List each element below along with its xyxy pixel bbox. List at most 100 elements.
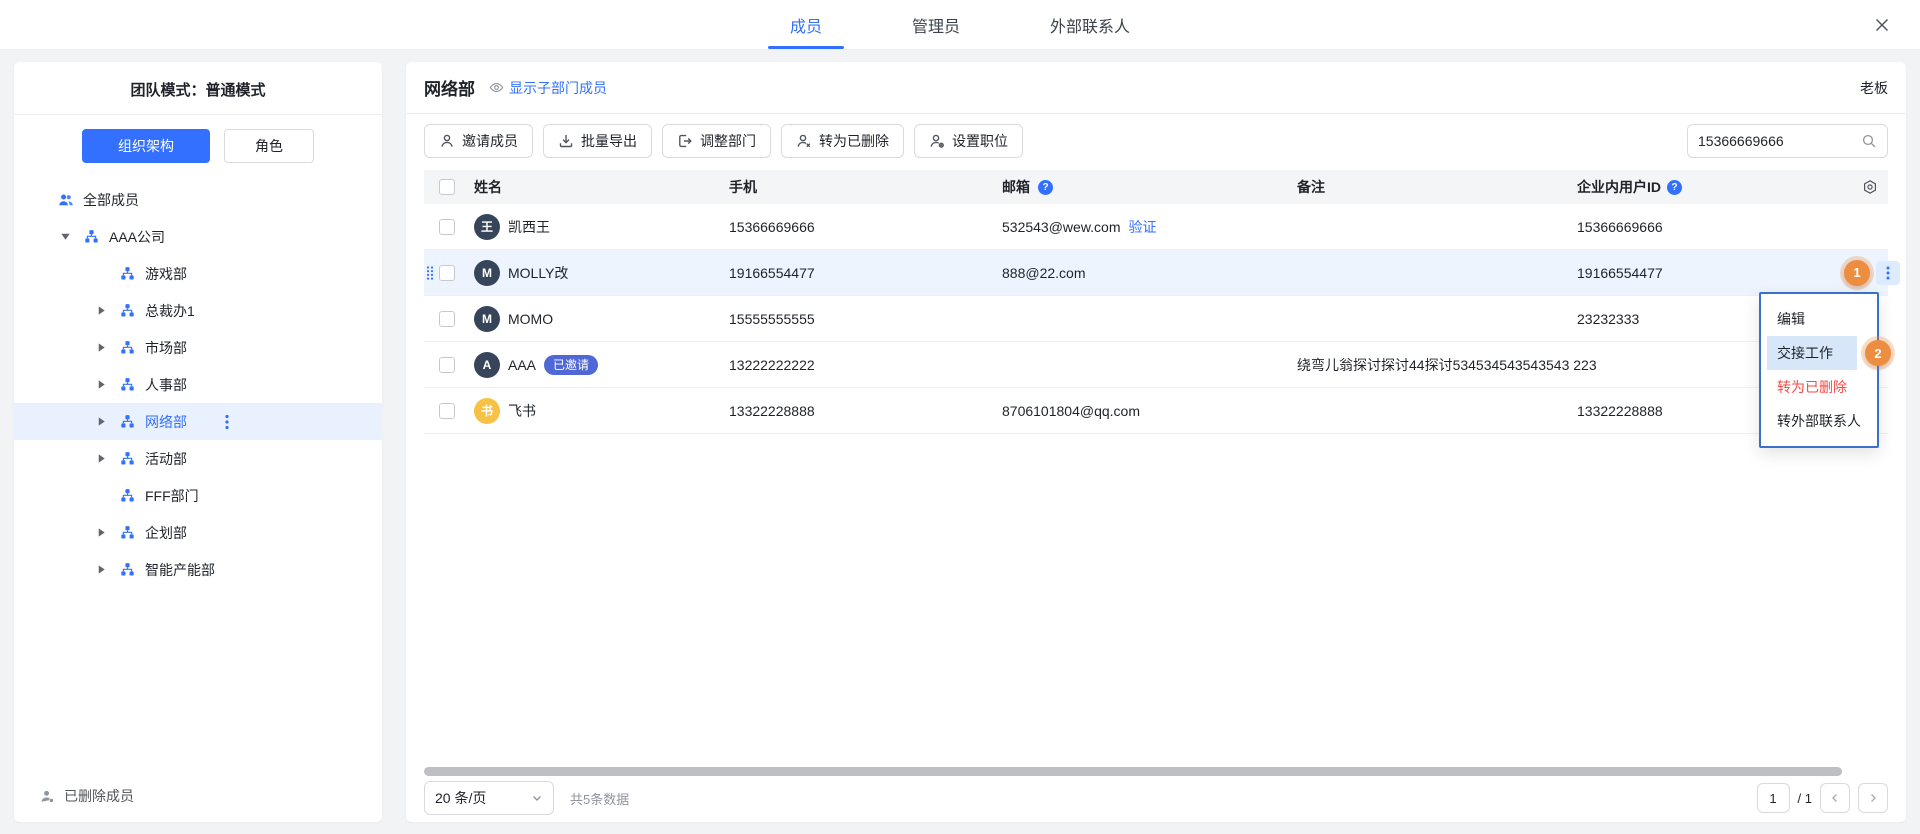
email-help-icon[interactable]: ? bbox=[1038, 180, 1053, 195]
row-checkbox[interactable] bbox=[439, 265, 455, 281]
table-row[interactable]: 王 凯西王 15366669666 532543@wew.com 验证 1536… bbox=[424, 204, 1888, 250]
user-id-help-icon[interactable]: ? bbox=[1667, 180, 1682, 195]
verify-link[interactable]: 验证 bbox=[1129, 217, 1157, 237]
page-total-label: / 1 bbox=[1798, 791, 1812, 806]
header-user-id-label: 企业内用户ID bbox=[1577, 177, 1661, 197]
avatar: A bbox=[474, 352, 500, 378]
caret-right-icon[interactable] bbox=[96, 305, 120, 316]
adjust-department-button[interactable]: 调整部门 bbox=[662, 124, 771, 158]
caret-right-icon[interactable] bbox=[96, 564, 120, 575]
pager: 1 / 1 bbox=[1757, 783, 1888, 813]
adjust-department-label: 调整部门 bbox=[700, 131, 756, 151]
avatar: 王 bbox=[474, 214, 500, 240]
avatar: 书 bbox=[474, 398, 500, 424]
next-page-button[interactable] bbox=[1858, 783, 1888, 813]
phone-cell: 15366669666 bbox=[708, 219, 980, 235]
select-all-checkbox[interactable] bbox=[439, 179, 455, 195]
batch-export-button[interactable]: 批量导出 bbox=[543, 124, 652, 158]
menu-item-to-external[interactable]: 转外部联系人 bbox=[1761, 404, 1877, 438]
tree-item-planning-dept[interactable]: 企划部 bbox=[14, 514, 382, 551]
avatar: M bbox=[474, 306, 500, 332]
caret-right-icon[interactable] bbox=[96, 379, 120, 390]
page-size-value: 20 条/页 bbox=[435, 788, 486, 808]
row-context-menu: 编辑 交接工作 转为已删除 转外部联系人 bbox=[1759, 292, 1879, 448]
email-value: 532543@wew.com bbox=[1002, 219, 1121, 235]
department-tree: 全部成员 AAA公司 游戏部 总裁办1 bbox=[14, 181, 382, 588]
row-checkbox[interactable] bbox=[439, 403, 455, 419]
tree-item-more-icon[interactable] bbox=[225, 414, 229, 430]
row-more-icon[interactable] bbox=[1876, 261, 1900, 285]
tree-item-label: 人事部 bbox=[145, 375, 187, 395]
table-row[interactable]: M MOMO 15555555555 23232333 bbox=[424, 296, 1888, 342]
invite-member-button[interactable]: 邀请成员 bbox=[424, 124, 533, 158]
tree-item-hr-dept[interactable]: 人事部 bbox=[14, 366, 382, 403]
org-structure-button[interactable]: 组织架构 bbox=[82, 129, 210, 163]
caret-right-icon[interactable] bbox=[96, 342, 120, 353]
caret-down-icon[interactable] bbox=[60, 231, 84, 242]
tree-item-fff-dept[interactable]: FFF部门 bbox=[14, 477, 382, 514]
download-icon bbox=[558, 133, 574, 149]
header-remark: 备注 bbox=[1275, 177, 1557, 197]
phone-cell: 15555555555 bbox=[708, 311, 980, 327]
tree-item-activity-dept[interactable]: 活动部 bbox=[14, 440, 382, 477]
show-sub-dept-label: 显示子部门成员 bbox=[509, 78, 607, 98]
member-table: 姓名 手机 邮箱 ? 备注 企业内用户ID ? bbox=[424, 170, 1888, 434]
sidebar-divider bbox=[14, 114, 382, 115]
table-row[interactable]: A AAA 已邀请 13222222222 绕弯儿翁探讨探讨44探讨534534… bbox=[424, 342, 1888, 388]
tree-item-all-members[interactable]: 全部成员 bbox=[14, 181, 382, 218]
tree-item-label: 网络部 bbox=[145, 412, 187, 432]
phone-cell: 19166554477 bbox=[708, 265, 980, 281]
caret-right-icon[interactable] bbox=[96, 527, 120, 538]
drag-handle-icon[interactable] bbox=[426, 265, 434, 281]
tab-admins[interactable]: 管理员 bbox=[890, 0, 982, 49]
tree-item-aaa-company[interactable]: AAA公司 bbox=[14, 218, 382, 255]
column-settings-icon[interactable] bbox=[1862, 179, 1878, 195]
tree-item-ceo-office[interactable]: 总裁办1 bbox=[14, 292, 382, 329]
page-size-select[interactable]: 20 条/页 bbox=[424, 781, 554, 815]
row-check-cell bbox=[424, 403, 458, 419]
member-name: 凯西王 bbox=[508, 217, 550, 237]
horizontal-scrollbar[interactable] bbox=[424, 767, 1842, 776]
table-row[interactable]: 书 飞书 13322228888 8706101804@qq.com 13322… bbox=[424, 388, 1888, 434]
department-icon bbox=[84, 229, 100, 245]
eye-icon bbox=[489, 80, 504, 95]
show-sub-dept-toggle[interactable]: 显示子部门成员 bbox=[489, 78, 607, 98]
tree-item-label: 游戏部 bbox=[145, 264, 187, 284]
menu-item-handover[interactable]: 交接工作 bbox=[1767, 336, 1857, 370]
tree-item-network-dept[interactable]: 网络部 bbox=[14, 403, 382, 440]
search-input[interactable] bbox=[1698, 133, 1861, 149]
close-icon[interactable] bbox=[1872, 15, 1892, 35]
header-phone: 手机 bbox=[708, 177, 980, 197]
deleted-members-link[interactable]: 已删除成员 bbox=[40, 786, 134, 806]
tab-members[interactable]: 成员 bbox=[768, 0, 844, 49]
tree-item-smart-capacity-dept[interactable]: 智能产能部 bbox=[14, 551, 382, 588]
caret-right-icon[interactable] bbox=[96, 453, 120, 464]
menu-item-to-deleted[interactable]: 转为已删除 bbox=[1761, 370, 1877, 404]
set-position-button[interactable]: 设置职位 bbox=[914, 124, 1023, 158]
menu-item-edit[interactable]: 编辑 bbox=[1761, 302, 1877, 336]
tutorial-step-1-badge: 1 bbox=[1844, 260, 1870, 286]
email-value: 888@22.com bbox=[1002, 265, 1085, 281]
name-cell: 王 凯西王 bbox=[458, 214, 708, 240]
role-button[interactable]: 角色 bbox=[224, 129, 314, 163]
tree-item-market-dept[interactable]: 市场部 bbox=[14, 329, 382, 366]
row-checkbox[interactable] bbox=[439, 219, 455, 235]
name-cell: M MOMO bbox=[458, 306, 708, 332]
member-list-panel: 网络部 显示子部门成员 老板 邀请成员 批量导出 调整部门 bbox=[406, 62, 1906, 822]
row-checkbox[interactable] bbox=[439, 311, 455, 327]
search-icon[interactable] bbox=[1861, 133, 1877, 149]
member-name: MOLLY改 bbox=[508, 263, 568, 283]
department-icon bbox=[120, 451, 136, 467]
to-deleted-button[interactable]: 转为已删除 bbox=[781, 124, 904, 158]
row-checkbox[interactable] bbox=[439, 357, 455, 373]
tab-external-contacts[interactable]: 外部联系人 bbox=[1028, 0, 1152, 49]
row-actions: 1 bbox=[1844, 260, 1910, 286]
prev-page-button[interactable] bbox=[1820, 783, 1850, 813]
avatar: M bbox=[474, 260, 500, 286]
page-number-input[interactable]: 1 bbox=[1757, 783, 1790, 813]
caret-right-icon[interactable] bbox=[96, 416, 120, 427]
tree-item-game-dept[interactable]: 游戏部 bbox=[14, 255, 382, 292]
table-row[interactable]: M MOLLY改 19166554477 888@22.com 19166554… bbox=[424, 250, 1888, 296]
member-toolbar: 邀请成员 批量导出 调整部门 转为已删除 设置职位 bbox=[424, 124, 1888, 158]
chevron-down-icon bbox=[531, 792, 543, 804]
